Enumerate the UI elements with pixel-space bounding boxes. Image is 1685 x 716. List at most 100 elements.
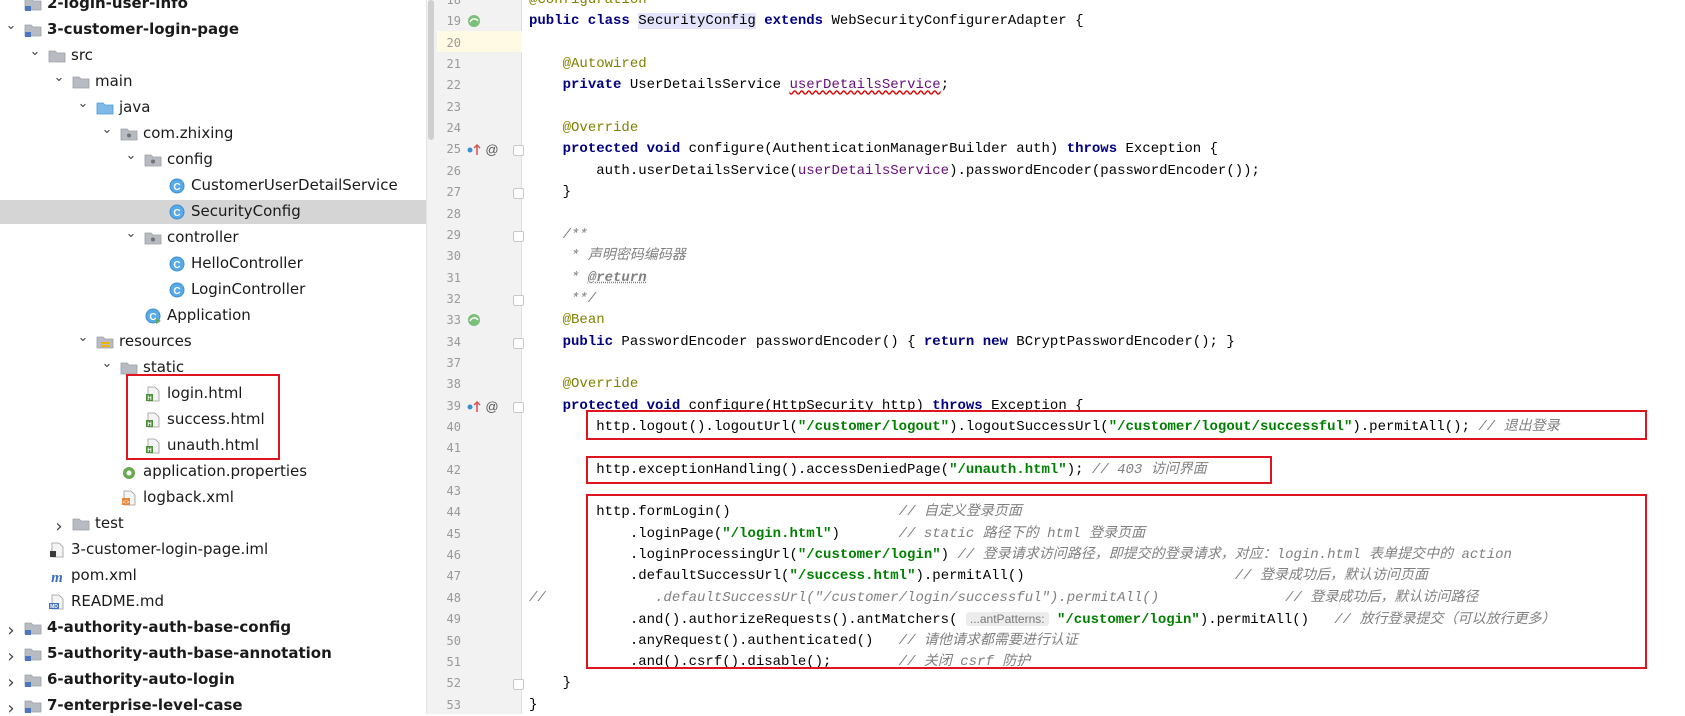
override-method-icon[interactable]: [466, 141, 482, 157]
spring-bean-icon[interactable]: [466, 312, 482, 328]
tree-item[interactable]: ⌄ resources: [0, 330, 436, 354]
code-line[interactable]: }: [529, 182, 571, 203]
tree-item-label: HelloController: [191, 254, 303, 272]
code-line[interactable]: @Bean: [529, 310, 605, 331]
tree-item[interactable]: Hlogin.html: [0, 382, 436, 406]
code-line[interactable]: * @return: [529, 268, 647, 289]
override-method-icon[interactable]: [466, 398, 482, 414]
tree-item[interactable]: m pom.xml: [0, 564, 436, 588]
spring-bean-icon[interactable]: [466, 13, 482, 29]
code-line[interactable]: public class SecurityConfig extends WebS…: [529, 11, 1084, 32]
tree-item[interactable]: C LoginController: [0, 278, 436, 302]
chevron-right-icon[interactable]: ›: [4, 620, 18, 641]
tree-item[interactable]: 3-customer-login-page.iml: [0, 538, 436, 562]
chevron-right-icon[interactable]: ›: [4, 698, 18, 714]
line-number: 37: [446, 355, 461, 370]
annotation-icon[interactable]: @: [484, 141, 500, 157]
code-line[interactable]: /**: [529, 225, 588, 246]
chevron-down-icon[interactable]: ⌄: [28, 44, 42, 59]
tree-item[interactable]: Hunauth.html: [0, 434, 436, 458]
code-token: @return: [587, 269, 647, 286]
module-icon: [24, 22, 42, 38]
chevron-right-icon[interactable]: ›: [52, 516, 66, 537]
class-icon: C: [168, 178, 186, 194]
fold-marker-icon[interactable]: [513, 294, 524, 306]
tree-item[interactable]: ⌄ 3-customer-login-page: [0, 18, 436, 42]
code-line[interactable]: public PasswordEncoder passwordEncoder()…: [529, 332, 1235, 353]
tree-item[interactable]: C HelloController: [0, 252, 436, 276]
fold-marker-icon[interactable]: [513, 188, 524, 200]
line-number: 19: [446, 14, 461, 29]
code-line[interactable]: }: [529, 695, 537, 716]
code-line[interactable]: **/: [529, 289, 596, 310]
code-line[interactable]: * 声明密码编码器: [529, 246, 686, 267]
tree-item[interactable]: ⌄ java: [0, 96, 436, 120]
tree-scrollbar-thumb[interactable]: [428, 0, 434, 140]
chevron-right-icon[interactable]: ›: [4, 672, 18, 693]
fold-marker-icon[interactable]: [513, 230, 524, 242]
line-number: 31: [446, 270, 461, 285]
fold-marker-icon[interactable]: [513, 401, 524, 413]
code-line[interactable]: @Override: [529, 118, 639, 139]
tree-item[interactable]: ⌄ static: [0, 356, 436, 380]
code-token: Exception {: [1117, 141, 1218, 158]
code-line[interactable]: @Autowired: [529, 54, 647, 75]
tree-item[interactable]: ⌄ controller: [0, 226, 436, 250]
code-line[interactable]: @Configuration: [529, 0, 647, 11]
tree-item[interactable]: MD README.md: [0, 590, 436, 614]
tree-item[interactable]: ⌄ src: [0, 44, 436, 68]
code-token: }: [529, 184, 572, 201]
chevron-down-icon[interactable]: ⌄: [52, 70, 66, 85]
project-tree-panel[interactable]: 2-login-user-info ⌄ 3-customer-login-page ⌄…: [0, 0, 436, 714]
fold-marker-icon[interactable]: [513, 337, 524, 349]
tree-item[interactable]: › 7-enterprise-level-case: [0, 694, 436, 714]
class-run-icon: C: [144, 308, 162, 324]
annotation-icon[interactable]: @: [484, 398, 500, 414]
tree-item[interactable]: <> logback.xml: [0, 486, 436, 510]
fold-marker-icon[interactable]: [513, 679, 524, 691]
chevron-down-icon[interactable]: ⌄: [100, 122, 114, 137]
line-number: 29: [446, 227, 461, 242]
tree-item[interactable]: C SecurityConfig: [0, 200, 436, 224]
tree-item-label: controller: [167, 228, 239, 246]
tree-item[interactable]: › test: [0, 512, 436, 537]
tree-item[interactable]: ⌄ main: [0, 70, 436, 94]
package-icon: [144, 230, 162, 246]
line-number: 38: [446, 377, 461, 392]
tree-item[interactable]: › 6-authority-auto-login: [0, 668, 436, 693]
chevron-right-icon[interactable]: ›: [4, 646, 18, 667]
code-token: }: [529, 696, 538, 713]
chevron-down-icon[interactable]: ⌄: [4, 18, 18, 33]
code-line[interactable]: protected void configure(AuthenticationM…: [529, 139, 1218, 160]
logout-config-highlight-box: [586, 410, 1647, 440]
tree-item[interactable]: ⌄ config: [0, 148, 436, 172]
tree-item[interactable]: C Application: [0, 304, 436, 328]
tree-item[interactable]: 2-login-user-info: [0, 0, 436, 16]
tree-item[interactable]: › 5-authority-auth-base-annotation: [0, 642, 436, 667]
tree-item[interactable]: › 4-authority-auth-base-config: [0, 616, 436, 641]
tree-item[interactable]: C CustomerUserDetailService: [0, 174, 436, 198]
line-number: 39: [446, 398, 461, 413]
code-line[interactable]: @Override: [529, 374, 639, 395]
chevron-down-icon[interactable]: ⌄: [100, 356, 114, 371]
line-number: 48: [446, 590, 461, 605]
code-token: }: [529, 675, 572, 692]
tree-item[interactable]: ⌄ com.zhixing: [0, 122, 436, 146]
chevron-down-icon[interactable]: ⌄: [76, 330, 90, 345]
code-line[interactable]: auth.userDetailsService(userDetailsServi…: [529, 161, 1260, 182]
fold-marker-icon[interactable]: [513, 145, 524, 157]
code-token: configure(AuthenticationManagerBuilder a…: [680, 141, 1067, 158]
chevron-down-icon[interactable]: ⌄: [124, 148, 138, 163]
svg-text:H: H: [147, 448, 151, 454]
tree-item[interactable]: application.properties: [0, 460, 436, 484]
tree-item[interactable]: Hsuccess.html: [0, 408, 436, 432]
code-line[interactable]: private UserDetailsService userDetailsSe…: [529, 75, 949, 96]
chevron-down-icon[interactable]: ⌄: [76, 96, 90, 111]
code-token: @Autowired: [562, 56, 647, 73]
code-line[interactable]: }: [529, 673, 571, 694]
class-icon: C: [168, 204, 186, 220]
chevron-down-icon[interactable]: ⌄: [124, 226, 138, 241]
module-icon: [24, 620, 42, 636]
